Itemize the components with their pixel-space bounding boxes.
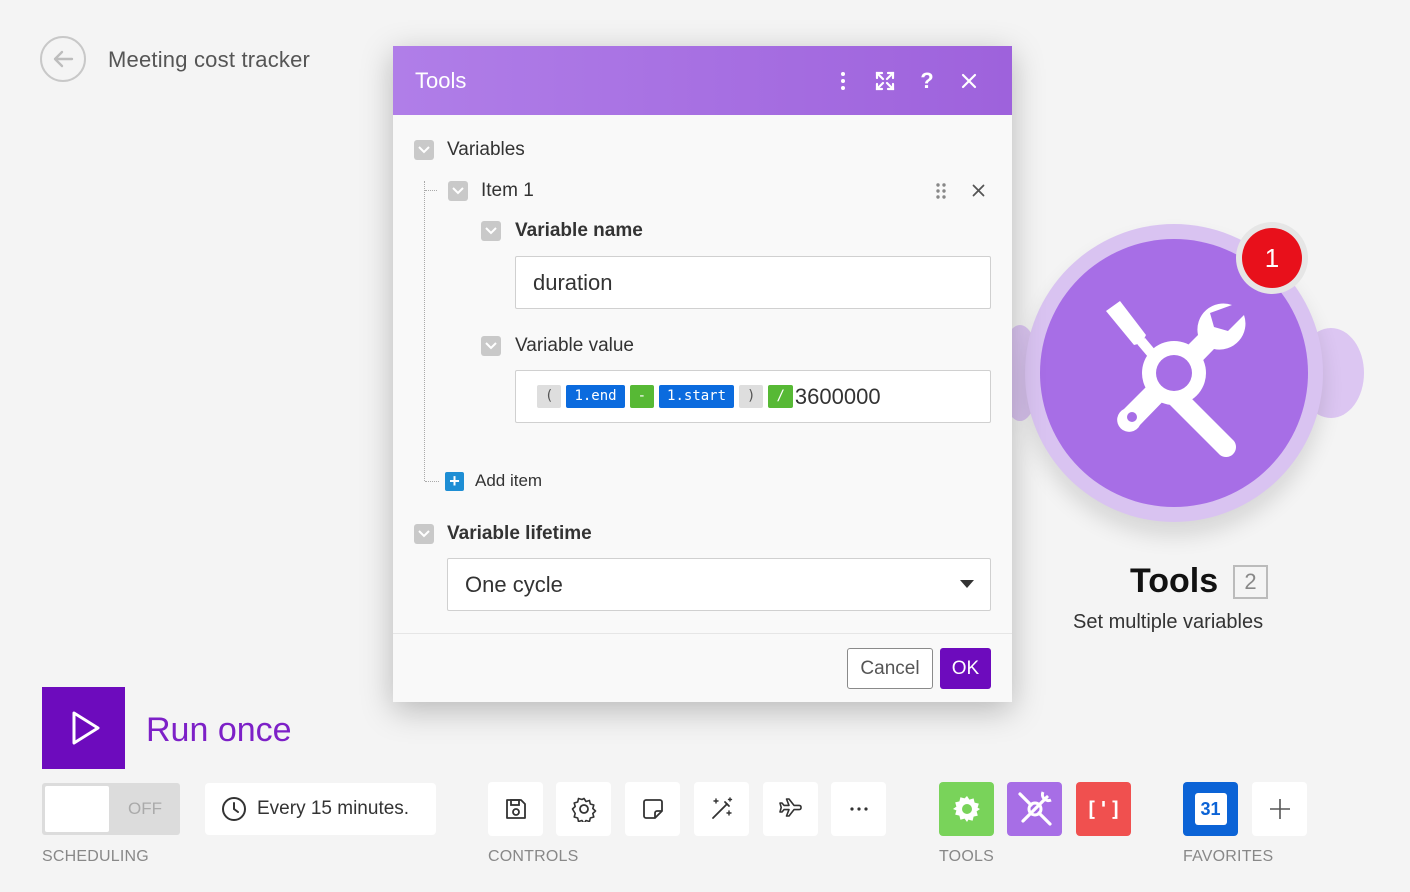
chevron-down-icon	[418, 530, 430, 538]
operations-badge: 1	[1236, 222, 1308, 294]
drag-handle-icon	[936, 183, 946, 199]
tools-section-label: TOOLS	[939, 848, 994, 865]
question-icon: ?	[920, 67, 934, 93]
gear-icon	[952, 796, 980, 822]
note-icon	[642, 799, 663, 819]
tools-dialog: Tools ? Variables Item 1 Variable name d…	[393, 46, 1012, 702]
dialog-header: Tools ?	[393, 46, 1012, 115]
play-icon	[72, 711, 99, 745]
error-handler-icon: [']	[1085, 797, 1122, 821]
formula-close-paren[interactable]: )	[739, 385, 764, 408]
tree-guide-item	[425, 190, 437, 191]
chevron-down-icon	[485, 342, 497, 350]
tools-tool-button[interactable]	[1007, 782, 1062, 836]
module-description: Set multiple variables	[1073, 611, 1264, 633]
dialog-help-button[interactable]: ?	[906, 61, 948, 101]
clock-icon	[222, 797, 246, 821]
auto-align-button[interactable]	[694, 782, 749, 836]
tree-guide-vertical	[424, 181, 425, 481]
variable-name-label: Variable name	[515, 220, 643, 241]
variable-name-toggle[interactable]	[481, 221, 501, 241]
run-once-label[interactable]: Run once	[146, 711, 292, 750]
dialog-footer: Cancel OK	[393, 633, 1012, 702]
google-calendar-favorite-button[interactable]: 31	[1183, 782, 1238, 836]
toggle-state: OFF	[128, 799, 162, 818]
scenario-title[interactable]: Meeting cost tracker	[108, 47, 310, 73]
formula-divide-operator[interactable]: /	[768, 385, 793, 408]
plus-icon	[1269, 799, 1290, 819]
arrow-left-icon	[53, 50, 74, 68]
save-icon	[505, 799, 526, 819]
item-remove-button[interactable]	[968, 180, 988, 200]
scenario-settings-button[interactable]	[556, 782, 611, 836]
variables-label: Variables	[447, 139, 525, 160]
variable-lifetime-toggle[interactable]	[414, 524, 434, 544]
dialog-close-button[interactable]	[948, 61, 990, 101]
schedule-interval-button[interactable]: Every 15 minutes.	[205, 783, 436, 835]
dialog-menu-button[interactable]	[822, 61, 864, 101]
formula-open-paren[interactable]: (	[537, 385, 562, 408]
variable-lifetime-value: One cycle	[465, 571, 563, 597]
variable-lifetime-label: Variable lifetime	[447, 523, 592, 544]
ok-button[interactable]: OK	[940, 648, 991, 689]
magic-wand-icon	[711, 797, 732, 819]
add-item-button[interactable]: + Add item	[445, 471, 542, 491]
formula-end-token[interactable]: 1.end	[566, 385, 625, 408]
scheduling-toggle[interactable]: OFF	[42, 783, 180, 835]
chevron-down-icon	[485, 227, 497, 235]
favorites-section-label: FAVORITES	[1183, 848, 1274, 865]
tree-guide-add	[425, 481, 439, 482]
run-once-button[interactable]	[42, 687, 125, 769]
module-id: 2	[1233, 565, 1268, 599]
close-icon	[961, 73, 977, 88]
variables-collapse-toggle[interactable]	[414, 140, 434, 160]
chevron-down-icon	[452, 187, 464, 195]
controls-section-label: CONTROLS	[488, 848, 579, 865]
tools-icon	[1106, 301, 1246, 457]
formula-start-token[interactable]: 1.start	[659, 385, 735, 408]
add-item-label: Add item	[475, 471, 543, 490]
more-horizontal-icon	[849, 807, 868, 811]
dialog-title: Tools	[415, 67, 467, 93]
explain-flow-button[interactable]	[763, 782, 818, 836]
item-drag-handle[interactable]	[934, 182, 948, 200]
variable-value-toggle[interactable]	[481, 336, 501, 356]
close-icon	[972, 184, 984, 196]
caret-down-icon	[960, 580, 974, 588]
calendar-day: 31	[1200, 798, 1221, 819]
badge-count: 1	[1242, 228, 1302, 288]
dialog-expand-button[interactable]	[864, 61, 906, 101]
cancel-button[interactable]: Cancel	[847, 648, 933, 689]
variable-value-input[interactable]: ( 1.end - 1.start ) / 3600000	[515, 370, 991, 423]
more-vertical-icon	[841, 71, 845, 90]
toggle-knob	[45, 786, 109, 832]
flow-control-tool-button[interactable]	[939, 782, 994, 836]
variable-name-input[interactable]: duration	[515, 256, 991, 309]
variable-lifetime-select[interactable]: One cycle	[447, 558, 991, 611]
schedule-interval-text: Every 15 minutes.	[257, 798, 410, 819]
formula-minus-operator[interactable]: -	[629, 385, 655, 408]
formula-divisor: 3600000	[794, 383, 881, 409]
expand-icon	[875, 71, 895, 90]
add-favorite-button[interactable]	[1252, 782, 1307, 836]
calendar-icon: 31	[1194, 793, 1227, 825]
airplane-icon	[778, 798, 802, 817]
gear-icon	[571, 797, 596, 822]
chevron-down-icon	[418, 146, 430, 154]
scheduling-section-label: SCHEDULING	[42, 848, 149, 865]
save-button[interactable]	[488, 782, 543, 836]
back-button[interactable]	[40, 36, 86, 82]
item-label: Item 1	[481, 180, 534, 201]
item-collapse-toggle[interactable]	[448, 181, 468, 201]
plus-icon: +	[445, 471, 464, 491]
more-controls-button[interactable]	[831, 782, 886, 836]
error-handler-tool-button[interactable]: [']	[1076, 782, 1131, 836]
variable-value-label: Variable value	[515, 335, 635, 356]
tools-icon	[1017, 791, 1052, 826]
notes-button[interactable]	[625, 782, 680, 836]
module-name[interactable]: Tools	[1130, 562, 1218, 601]
